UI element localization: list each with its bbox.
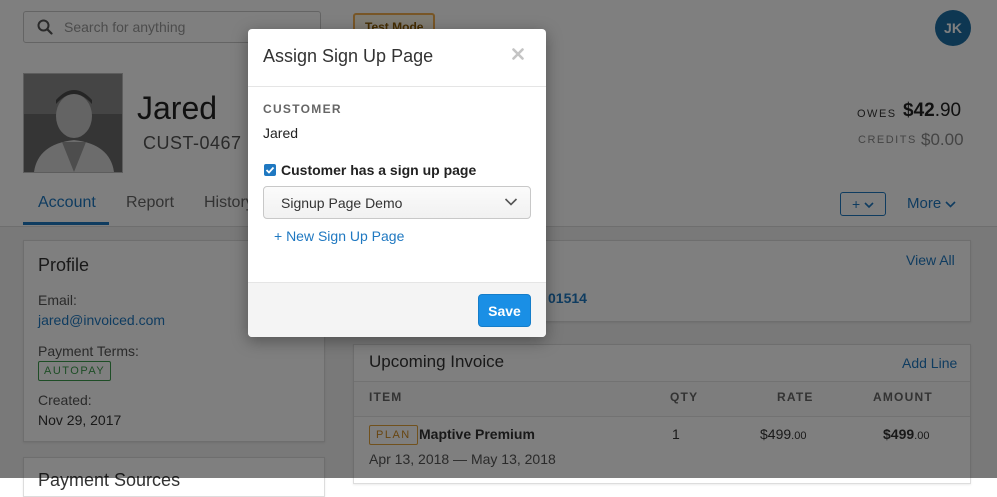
check-icon xyxy=(265,166,275,174)
customer-field-value: Jared xyxy=(263,125,299,141)
chevron-down-icon xyxy=(504,198,518,206)
new-sign-up-page-link[interactable]: + New Sign Up Page xyxy=(274,228,404,244)
sign-up-page-checkbox[interactable] xyxy=(264,164,276,176)
modal-title: Assign Sign Up Page xyxy=(263,46,434,66)
modal-footer: Save xyxy=(248,282,546,337)
modal-header: Assign Sign Up Page xyxy=(248,29,546,87)
assign-sign-up-page-dialog: Assign Sign Up Page CUSTOMER Jared Custo… xyxy=(248,29,546,337)
close-button[interactable] xyxy=(512,44,524,64)
customer-field-label: CUSTOMER xyxy=(263,102,342,116)
save-button[interactable]: Save xyxy=(478,294,531,327)
close-icon xyxy=(512,48,524,60)
sign-up-page-select[interactable]: Signup Page Demo xyxy=(263,186,531,219)
sign-up-page-checkbox-label[interactable]: Customer has a sign up page xyxy=(281,162,476,178)
sign-up-page-select-value: Signup Page Demo xyxy=(281,195,403,211)
